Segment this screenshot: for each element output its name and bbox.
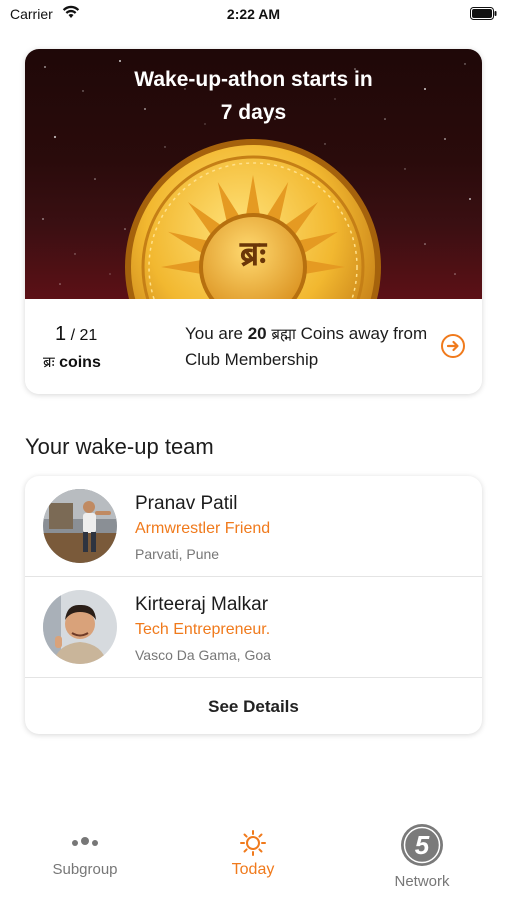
- network-badge-number: 5: [415, 830, 430, 860]
- group-icon: [69, 837, 101, 853]
- tab-network[interactable]: 5 Network: [362, 818, 482, 890]
- member-name: Kirteeraj Malkar: [135, 594, 269, 615]
- coins-total: 21: [79, 327, 98, 344]
- tab-today-label: Today: [231, 861, 275, 878]
- hero-banner: Wake-up-athon starts in 7 days ब्रः: [25, 49, 482, 299]
- coins-label: ब्रः coins: [43, 352, 101, 372]
- away-count: 20: [247, 324, 267, 343]
- see-details-button[interactable]: See Details: [25, 679, 482, 734]
- coins-separator: /: [66, 327, 80, 344]
- coins-current: 1: [55, 323, 67, 345]
- member-location: Vasco Da Gama, Goa: [135, 647, 271, 663]
- tab-subgroup[interactable]: Subgroup: [25, 818, 145, 878]
- wakeup-team-title: Your wake-up team: [25, 434, 214, 459]
- bottom-nav: Subgroup Today 5 Network: [0, 818, 507, 900]
- tab-network-label: Network: [394, 873, 450, 890]
- countdown-title: Wake-up-athon starts in 7 days: [25, 63, 482, 129]
- tab-subgroup-label: Subgroup: [52, 861, 118, 878]
- member-location: Parvati, Pune: [135, 546, 220, 562]
- member-name: Pranav Patil: [135, 493, 238, 514]
- arrow-right-circle-icon[interactable]: [440, 333, 466, 359]
- tab-today[interactable]: Today: [193, 818, 313, 879]
- coins-word: coins: [59, 354, 101, 371]
- coins-info-row: 1 / 21 ब्रः coins You are 20 ब्रह्मा Coi…: [25, 299, 482, 394]
- avatar: [43, 489, 117, 563]
- coin-symbol: ब्रः: [239, 234, 267, 274]
- team-member-item[interactable]: Pranav Patil Armwrestler Friend Parvati,…: [25, 476, 482, 577]
- away-coin-name: ब्रह्मा: [271, 325, 296, 343]
- avatar: [43, 590, 117, 664]
- status-bar: Carrier 2:22 AM: [0, 0, 507, 30]
- team-member-item[interactable]: Kirteeraj Malkar Tech Entrepreneur. Vasc…: [25, 577, 482, 678]
- coins-count: 1 / 21: [55, 323, 97, 346]
- coins-symbol: ब्रः: [43, 353, 55, 371]
- membership-progress-text: You are 20 ब्रह्मा Coins away from Club …: [185, 321, 435, 372]
- away-prefix: You are: [185, 324, 248, 343]
- battery-icon: [470, 7, 497, 20]
- member-role: Armwrestler Friend: [135, 520, 271, 537]
- clock: 2:22 AM: [226, 6, 281, 22]
- countdown-title-line1: Wake-up-athon starts in: [134, 68, 373, 91]
- countdown-title-line2: 7 days: [220, 101, 287, 124]
- member-role: Tech Entrepreneur.: [135, 621, 271, 638]
- sun-icon: [240, 830, 266, 856]
- wakeup-team-card: Pranav Patil Armwrestler Friend Parvati,…: [25, 476, 482, 734]
- network-5-icon: 5: [401, 824, 443, 866]
- wakeup-athon-card[interactable]: Wake-up-athon starts in 7 days ब्रः 1 / …: [25, 49, 482, 394]
